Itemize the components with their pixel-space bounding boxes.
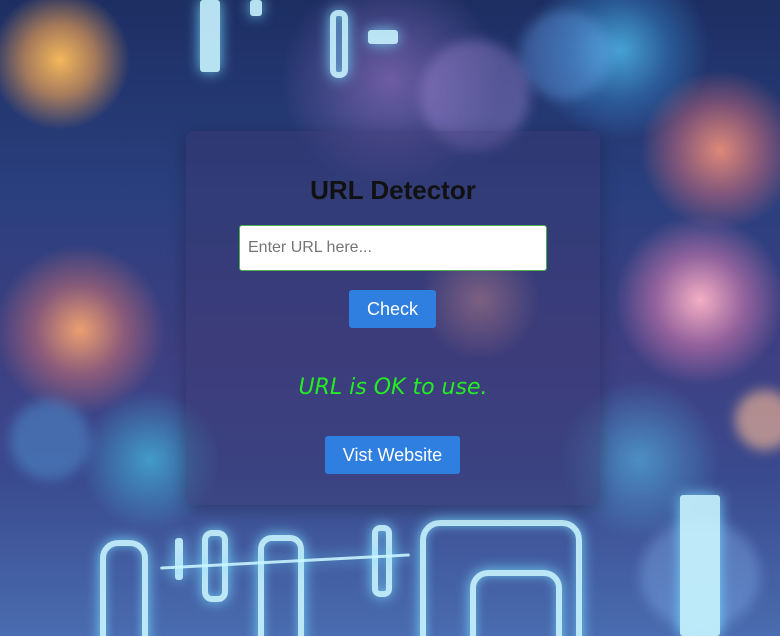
neon-bar bbox=[200, 0, 220, 72]
neon-digit-zero bbox=[372, 525, 392, 597]
page-title: URL Detector bbox=[310, 175, 476, 205]
visit-website-button[interactable]: Vist Website bbox=[325, 436, 460, 474]
neon-bar bbox=[175, 538, 183, 580]
neon-bar bbox=[250, 0, 262, 16]
bokeh-light bbox=[735, 390, 780, 450]
bokeh-light bbox=[520, 10, 610, 100]
url-input[interactable] bbox=[239, 225, 547, 271]
result-message: URL is OK to use. bbox=[298, 375, 488, 400]
neon-digit-zero bbox=[100, 540, 148, 636]
url-detector-card: URL Detector Check URL is OK to use. Vis… bbox=[186, 131, 600, 505]
neon-bar bbox=[368, 30, 398, 44]
neon-digit-zero bbox=[470, 570, 562, 636]
neon-bar bbox=[680, 495, 720, 636]
check-button[interactable]: Check bbox=[349, 290, 436, 328]
neon-digit-zero bbox=[330, 10, 348, 78]
bokeh-light bbox=[10, 400, 90, 480]
neon-digit-zero bbox=[258, 535, 304, 636]
